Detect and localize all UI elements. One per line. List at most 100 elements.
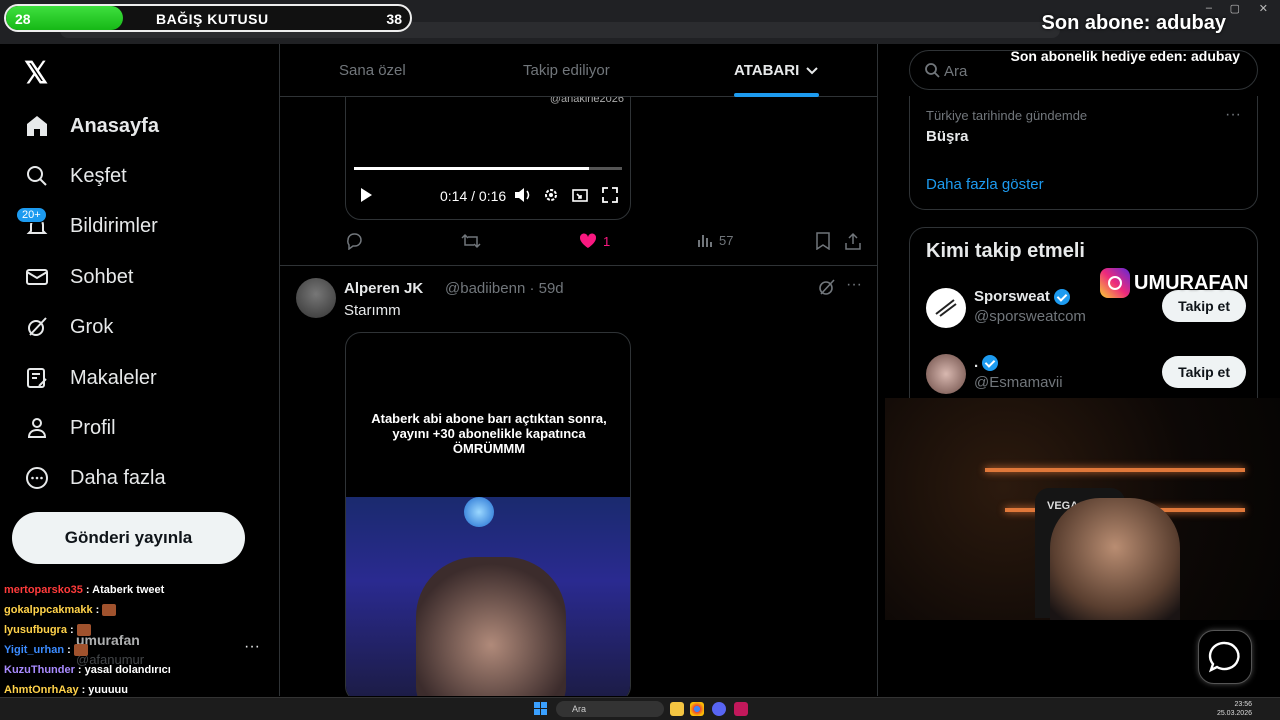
nav-more[interactable]: Daha fazla (24, 456, 166, 500)
discord-icon[interactable] (712, 702, 726, 716)
suggestion-name: Sporsweat (974, 288, 1070, 305)
nav-articles[interactable]: Makaleler (24, 356, 157, 400)
chat-line: Yigit_urhan: (4, 640, 274, 660)
shelf-light (985, 468, 1245, 472)
tweet-actions: 1 57 (345, 232, 865, 254)
avatar[interactable] (926, 354, 966, 394)
nav-grok[interactable]: Grok (24, 305, 113, 349)
chat-user: mertoparsko35 (4, 584, 83, 596)
donation-start: 28 (15, 11, 31, 27)
reply-icon[interactable] (345, 232, 363, 250)
chat-user: Yigit_urhan (4, 644, 65, 656)
donation-bar: 28 BAĞIŞ KUTUSU 38 (4, 4, 412, 32)
nav-messages[interactable]: Sohbet (24, 255, 133, 299)
tab-following[interactable]: Takip ediliyor (523, 44, 610, 97)
chat-line: KuzuThunder: yasal dolandırıcı (4, 660, 274, 680)
chat-line: lyusufbugra: (4, 620, 274, 640)
chat-user: AhmtOnrhAay (4, 684, 79, 696)
more-circle-icon (24, 465, 50, 491)
tab-atabari[interactable]: ATABARI (734, 44, 820, 97)
chat-line: mertoparsko35: Ataberk tweet (4, 580, 274, 600)
chat-message: : yasal dolandırıcı (77, 664, 171, 676)
instagram-overlay: UMURAFAN (1100, 268, 1248, 298)
tab-for-you-label: Sana özel (339, 62, 406, 79)
nav-profile[interactable]: Profil (24, 406, 116, 450)
chrome-icon[interactable] (690, 702, 704, 716)
nav-explore[interactable]: Keşfet (24, 154, 127, 198)
messages-drawer-button[interactable] (1198, 630, 1252, 684)
search-icon (924, 62, 940, 83)
more-icon[interactable]: ··· (1225, 106, 1241, 124)
emote-icon (76, 624, 91, 636)
like-count: 1 (603, 233, 611, 249)
emote-icon (73, 644, 88, 656)
tweet-author-handle[interactable]: @badiibenn · 59d (445, 280, 564, 297)
avatar[interactable] (296, 278, 336, 318)
nav-notifications[interactable]: 20+ Bildirimler (16, 204, 158, 248)
trend-name[interactable]: Büşra (926, 128, 969, 145)
follow-suggestion[interactable]: . @Esmamavii Takip et (926, 352, 1246, 400)
tab-following-label: Takip ediliyor (523, 62, 610, 79)
tweet-video[interactable]: Ataberk abi abone barı açtıktan sonra, y… (345, 332, 631, 696)
volume-icon[interactable] (514, 187, 532, 206)
chat-user: gokalppcakmakk (4, 604, 93, 616)
x-logo-icon[interactable]: 𝕏 (24, 56, 48, 91)
settings-gear-icon[interactable] (543, 187, 559, 206)
emote-icon (102, 604, 117, 616)
avatar[interactable] (926, 288, 966, 328)
taskbar-search[interactable]: Ara (556, 701, 664, 717)
video-frame (346, 497, 630, 696)
chat-message: : yuuuuu (81, 684, 128, 696)
tab-for-you[interactable]: Sana özel (339, 44, 406, 97)
tweet[interactable]: Alperen JK @badiibenn · 59d ··· Starımm … (280, 266, 877, 696)
show-more-link[interactable]: Daha fazla göster (926, 176, 1044, 193)
timeline: Sana özel Takip ediliyor ATABARI @anakir… (279, 44, 878, 696)
tab-indicator (734, 93, 820, 97)
notification-badge: 20+ (16, 207, 47, 223)
tweet-author-name[interactable]: Alperen JK (344, 280, 423, 297)
grok-icon[interactable] (818, 278, 836, 301)
more-icon[interactable]: ··· (846, 276, 862, 294)
chevron-down-icon (806, 66, 818, 74)
play-icon[interactable] (358, 187, 374, 206)
taskbar-clock[interactable]: 23:56 25.03.2026 (1217, 700, 1252, 718)
webcam-feed: VEGA (885, 398, 1280, 620)
nav-home[interactable]: Anasayfa (24, 104, 159, 148)
nav-articles-label: Makaleler (70, 366, 157, 389)
close-icon[interactable]: ✕ (1259, 2, 1268, 15)
nav-messages-label: Sohbet (70, 265, 134, 288)
follow-button[interactable]: Takip et (1162, 356, 1246, 388)
lamp-icon (464, 497, 494, 527)
chat-line: gokalppcakmakk: (4, 600, 274, 620)
windows-start-icon[interactable] (534, 702, 547, 715)
bookmark-icon[interactable] (815, 232, 831, 250)
suggestion-name-text: . (974, 354, 979, 371)
chat-user: KuzuThunder (4, 664, 75, 676)
nav-profile-label: Profil (70, 416, 116, 439)
trend-meta: Türkiye tarihinde gündemde (926, 108, 1088, 123)
suggestion-handle: @sporsweatcom (974, 308, 1086, 325)
share-icon[interactable] (845, 232, 861, 250)
file-explorer-icon[interactable] (670, 702, 684, 716)
pip-icon[interactable] (572, 187, 588, 206)
post-button[interactable]: Gönderi yayınla (12, 512, 245, 564)
instagram-icon (1100, 268, 1130, 298)
nav-home-label: Anasayfa (70, 114, 159, 137)
maximize-icon[interactable]: ▢ (1230, 2, 1240, 15)
clock-time: 23:56 (1234, 701, 1252, 708)
timeline-tabs: Sana özel Takip ediliyor ATABARI (280, 44, 877, 97)
suggestion-name: . (974, 354, 999, 371)
tweet-text: Starımm (344, 302, 401, 319)
app-icon[interactable] (734, 702, 748, 716)
fullscreen-icon[interactable] (602, 187, 618, 206)
chat-bubble-icon (1208, 641, 1240, 673)
views-icon (698, 235, 712, 247)
verified-icon (982, 354, 999, 371)
like-button[interactable]: 1 (579, 232, 610, 250)
video-progress-track[interactable] (354, 167, 622, 170)
views-button[interactable]: 57 (697, 232, 733, 248)
chat-message: : (95, 604, 100, 616)
who-to-follow-title: Kimi takip etmeli (926, 240, 1085, 262)
retweet-icon[interactable] (461, 232, 481, 250)
last-subscriber: Son abone: adubay (1041, 12, 1226, 34)
